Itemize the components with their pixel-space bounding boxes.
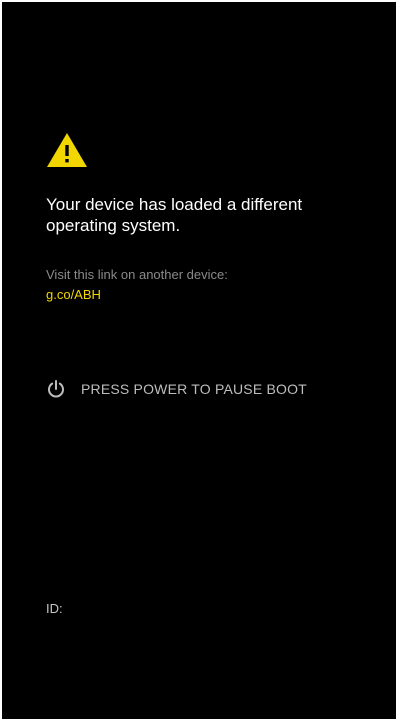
pause-boot-label: PRESS POWER TO PAUSE BOOT: [81, 381, 307, 397]
boot-warning-screen: Your device has loaded a different opera…: [2, 2, 396, 719]
help-link[interactable]: g.co/ABH: [46, 286, 101, 303]
power-icon: [46, 379, 66, 399]
warning-triangle-icon: [46, 132, 88, 168]
pause-boot-hint: PRESS POWER TO PAUSE BOOT: [46, 378, 307, 400]
device-id-label: ID:: [46, 601, 63, 616]
visit-link-instruction: Visit this link on another device:: [46, 267, 228, 282]
warning-message: Your device has loaded a different opera…: [46, 195, 303, 235]
